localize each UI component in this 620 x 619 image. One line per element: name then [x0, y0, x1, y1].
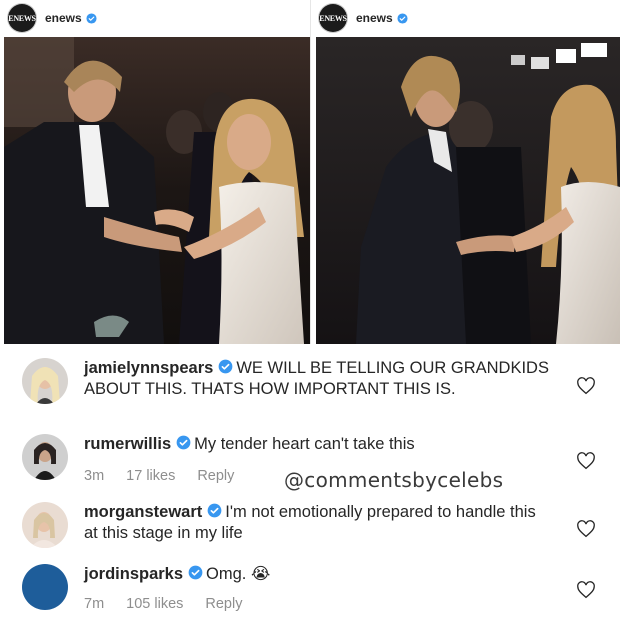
comment-username[interactable]: rumerwillis — [84, 435, 171, 453]
post-right: ENEWS enews — [311, 0, 620, 344]
post-left: ENEWS enews — [0, 0, 310, 344]
avatar[interactable] — [22, 358, 68, 404]
verified-badge-icon — [176, 435, 191, 450]
post-header: ENEWS enews — [0, 0, 310, 36]
avatar[interactable] — [22, 564, 68, 610]
event-photo-left — [4, 37, 310, 344]
comment-meta: 7m 105 likes Reply — [84, 596, 264, 612]
comment-likes[interactable]: 105 likes — [126, 596, 183, 612]
comment-username[interactable]: jamielynnspears — [84, 359, 213, 377]
post-photo[interactable] — [4, 37, 310, 344]
like-heart-icon[interactable] — [576, 377, 596, 395]
watermark: @commentsbycelebs — [284, 468, 504, 492]
verified-badge-icon — [86, 12, 97, 24]
like-heart-icon[interactable] — [576, 452, 596, 470]
event-photo-right — [316, 37, 620, 344]
verified-badge-icon — [188, 565, 203, 580]
comment-username[interactable]: morganstewart — [84, 503, 202, 521]
comment-likes[interactable]: 17 likes — [126, 468, 175, 484]
post-header: ENEWS enews — [311, 0, 620, 36]
verified-badge-icon — [207, 503, 222, 518]
like-heart-icon[interactable] — [576, 581, 596, 599]
comment-time: 7m — [84, 596, 105, 612]
post-photo[interactable] — [316, 37, 620, 344]
reply-button[interactable]: Reply — [197, 468, 234, 484]
verified-badge-icon — [397, 12, 408, 24]
post-username[interactable]: enews — [45, 11, 82, 25]
verified-badge-icon — [218, 359, 233, 374]
avatar[interactable] — [22, 502, 68, 548]
comment-time: 3m — [84, 468, 105, 484]
post-username[interactable]: enews — [356, 11, 393, 25]
like-heart-icon[interactable] — [576, 520, 596, 538]
comments-section: jamielynnspears WE WILL BE TELLING OUR GR… — [0, 344, 620, 619]
avatar[interactable] — [22, 434, 68, 480]
reply-button[interactable]: Reply — [205, 596, 242, 612]
enews-logo[interactable]: ENEWS — [8, 4, 36, 32]
comment-text: My tender heart can't take this — [194, 435, 415, 453]
comment-meta: 3m 17 likes Reply — [84, 468, 256, 484]
comment-text: Omg. 😭 — [206, 565, 271, 583]
comment-username[interactable]: jordinsparks — [84, 565, 183, 583]
enews-logo[interactable]: ENEWS — [319, 4, 347, 32]
